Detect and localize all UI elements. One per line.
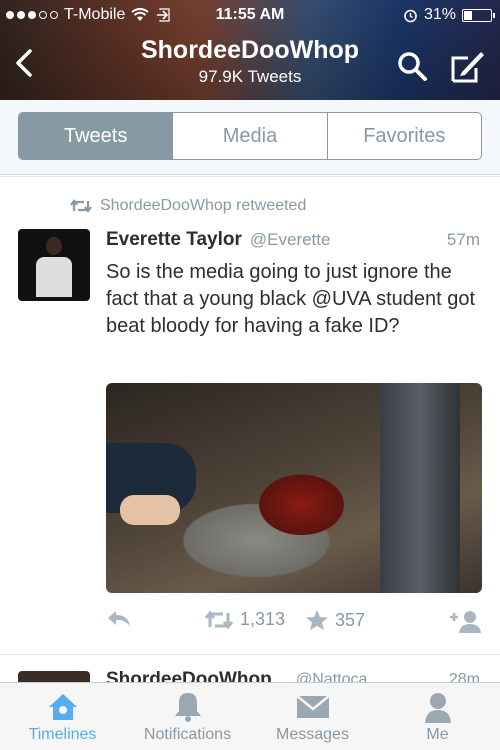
tab-notifications[interactable]: Notifications bbox=[125, 683, 250, 750]
tab-media[interactable]: Media bbox=[172, 113, 326, 159]
retweet-icon bbox=[204, 610, 234, 629]
alarm-clock-icon bbox=[404, 9, 417, 22]
star-icon bbox=[306, 610, 328, 630]
retweet-button[interactable]: 1,313 bbox=[204, 609, 285, 630]
avatar[interactable] bbox=[18, 229, 90, 301]
home-icon bbox=[48, 694, 77, 720]
status-bar-right: 31% bbox=[403, 6, 495, 24]
tab-messages-label: Messages bbox=[276, 726, 349, 743]
favorite-button[interactable]: 357 bbox=[305, 609, 365, 631]
tab-timelines-label: Timelines bbox=[28, 726, 97, 743]
bottom-tab-bar: Timelines Notifications Messages Me bbox=[0, 682, 500, 750]
add-user-icon bbox=[450, 611, 481, 633]
profile-header: T-Mobile 11:55 AM 31% ShordeeDooWhop 97.… bbox=[0, 0, 500, 100]
tab-favorites[interactable]: Favorites bbox=[326, 113, 481, 159]
retweet-small-icon bbox=[70, 199, 92, 213]
tab-messages[interactable]: Messages bbox=[250, 683, 375, 750]
retweet-count: 1,313 bbox=[240, 609, 286, 629]
author-name[interactable]: Everette Taylor bbox=[106, 229, 242, 251]
envelope-icon bbox=[295, 695, 330, 718]
reply-button[interactable] bbox=[106, 609, 132, 629]
status-bar: T-Mobile 11:55 AM 31% bbox=[0, 4, 500, 30]
tweet-card[interactable]: ShordeeDooWhop retweeted Everette Taylor… bbox=[0, 176, 500, 653]
tweet-text: So is the media going to just ignore the… bbox=[106, 261, 476, 337]
tweet-timestamp: 57m bbox=[446, 230, 480, 249]
next-tweet-card[interactable]: ShordeeDooWhop @Nattoca 28m bbox=[0, 654, 500, 684]
retweet-context: ShordeeDooWhop retweeted bbox=[70, 197, 306, 215]
bell-icon bbox=[174, 693, 201, 722]
tab-me[interactable]: Me bbox=[375, 683, 500, 750]
tab-me-label: Me bbox=[426, 726, 449, 743]
tweet-photo[interactable] bbox=[106, 383, 482, 593]
tab-tweets[interactable]: Tweets bbox=[19, 113, 173, 159]
tab-notifications-label: Notifications bbox=[143, 726, 232, 743]
profile-tabs-bar: Tweets Media Favorites bbox=[0, 100, 500, 175]
search-icon[interactable] bbox=[396, 50, 428, 82]
segmented-control: Tweets Media Favorites bbox=[18, 112, 482, 160]
follow-button[interactable] bbox=[448, 609, 482, 633]
reply-icon bbox=[108, 611, 130, 626]
person-icon bbox=[424, 693, 451, 723]
favorite-count: 357 bbox=[335, 609, 366, 630]
battery-percent: 31% bbox=[423, 6, 456, 23]
compose-icon[interactable] bbox=[450, 48, 486, 84]
tweet-actions: 1,313 357 bbox=[0, 609, 500, 639]
tab-timelines[interactable]: Timelines bbox=[0, 683, 125, 750]
tweet-header: Everette Taylor @Everette 57m bbox=[106, 229, 480, 251]
battery-icon bbox=[462, 8, 495, 22]
author-handle[interactable]: @Everette bbox=[250, 230, 331, 250]
retweeted-by-label: ShordeeDooWhop retweeted bbox=[100, 197, 307, 214]
